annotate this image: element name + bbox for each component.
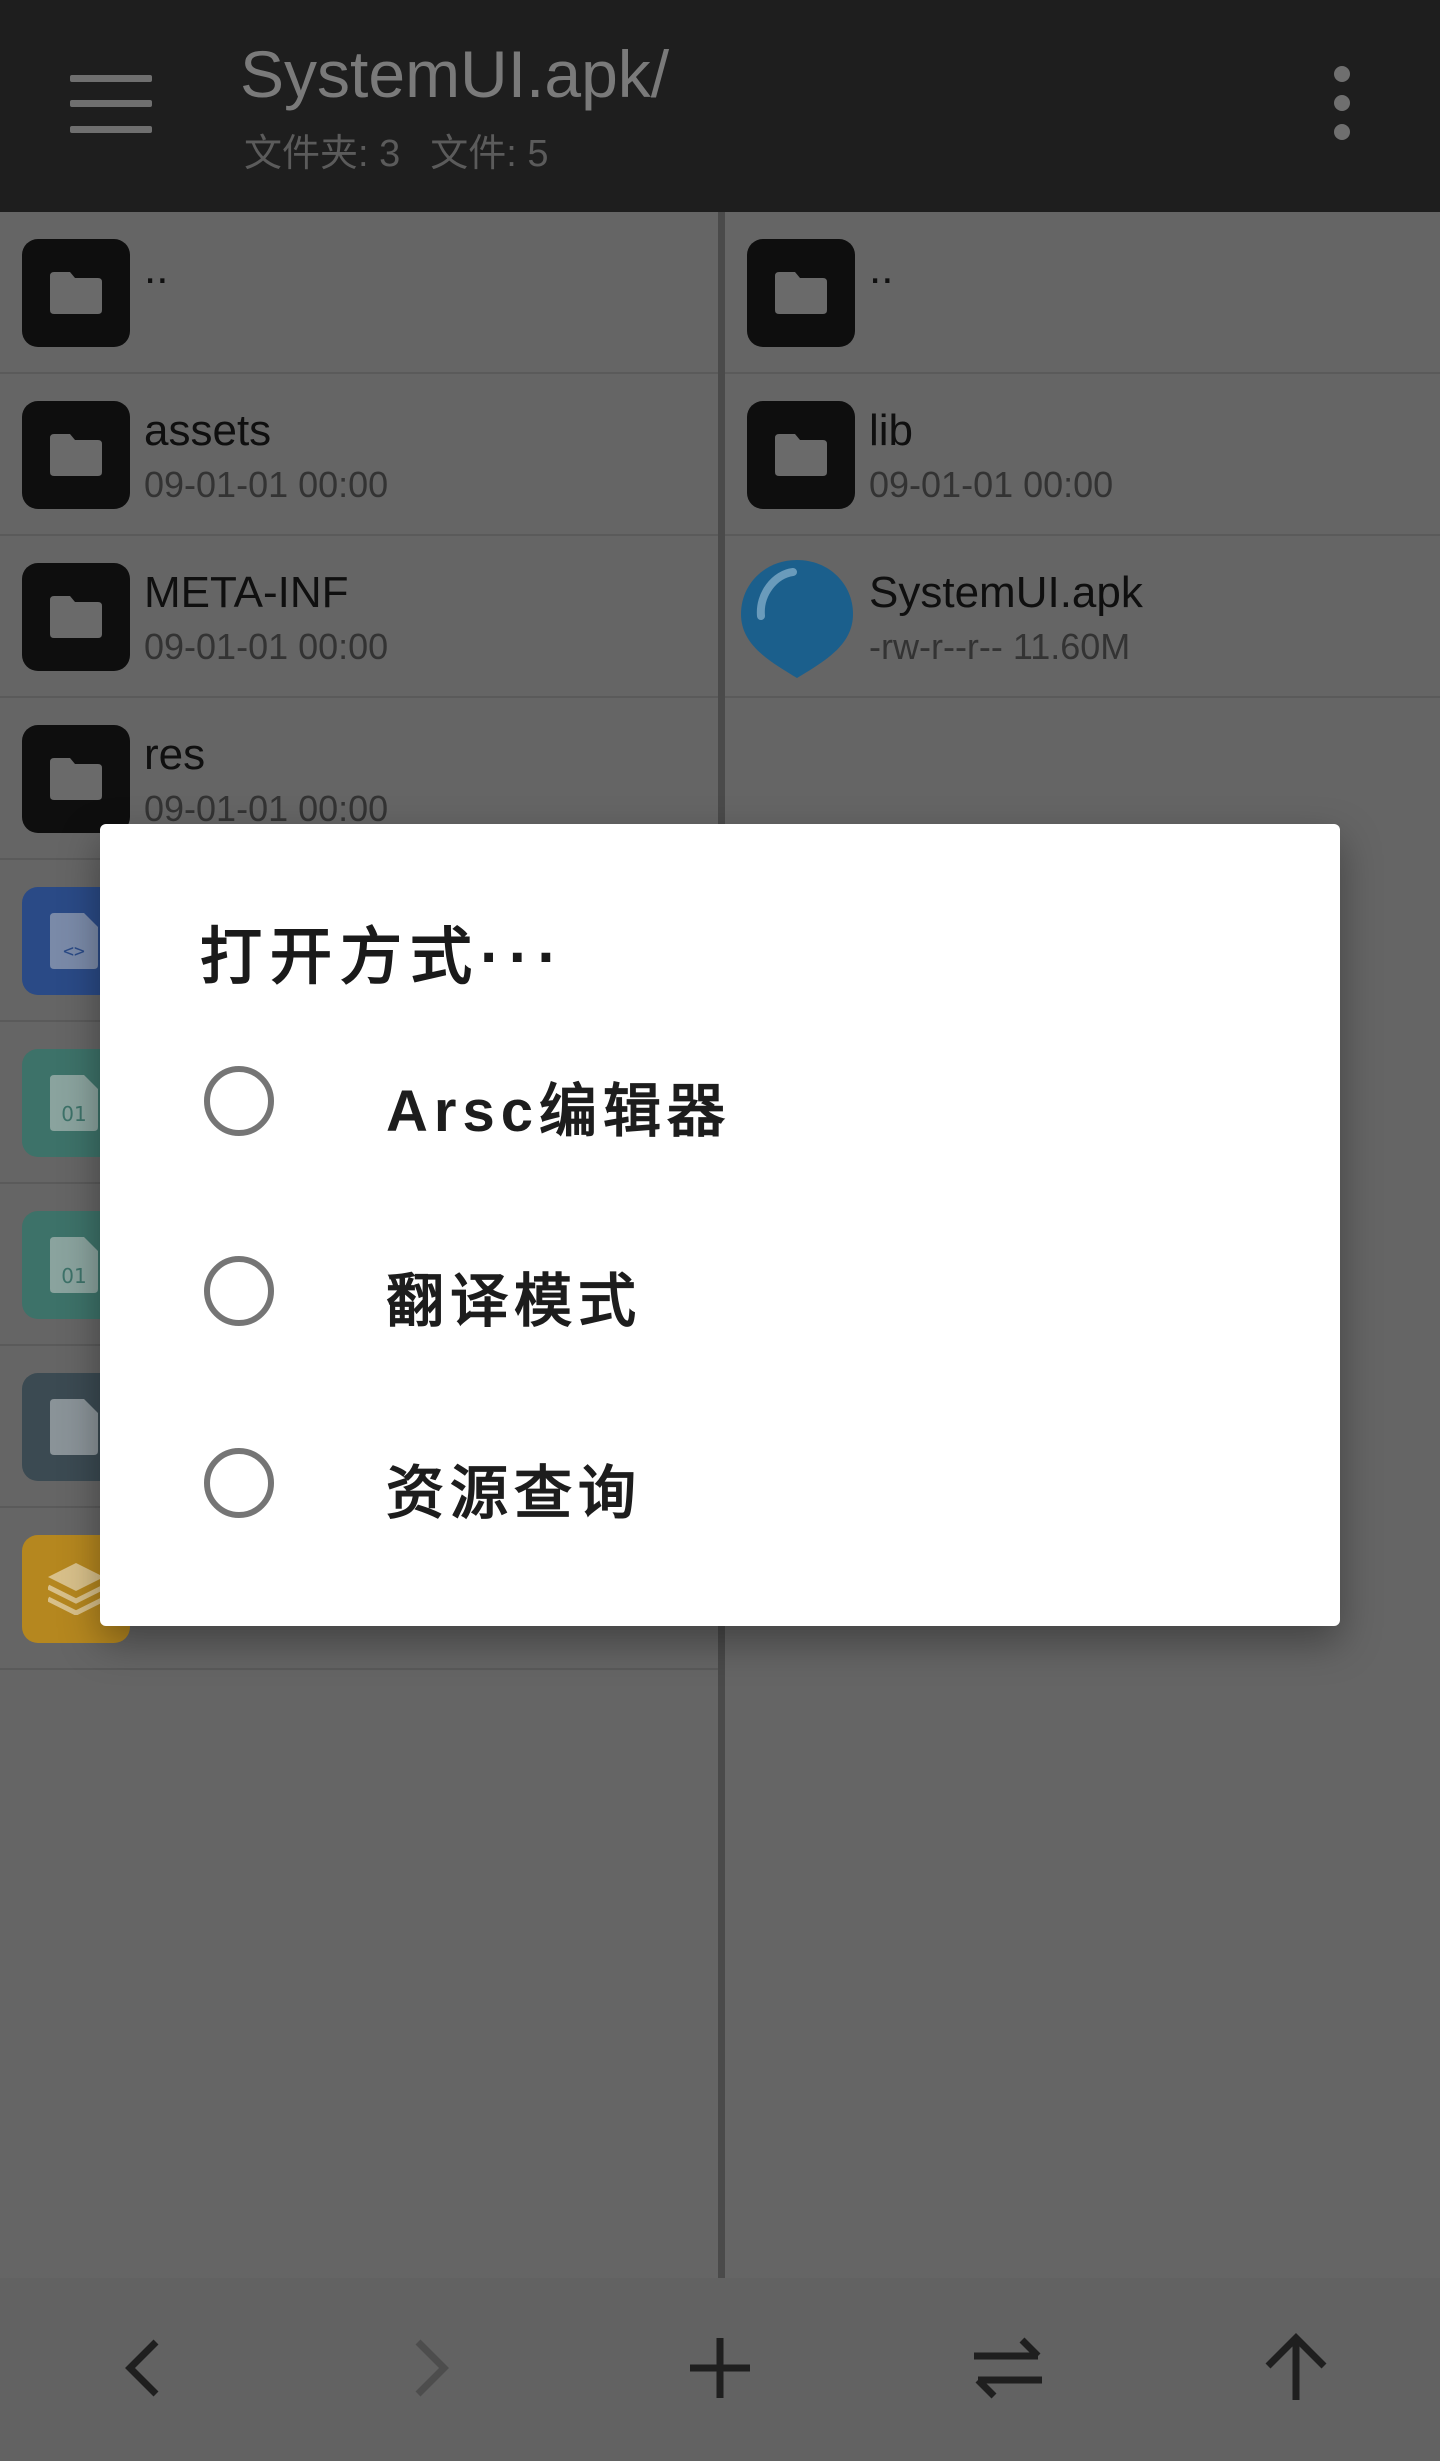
option-arsc-editor[interactable]: Arsc编辑器 xyxy=(100,1014,1340,1194)
svg-text:<>: <> xyxy=(63,941,85,962)
swap-icon[interactable] xyxy=(958,2318,1058,2418)
file-name: assets xyxy=(144,406,272,455)
svg-text:01: 01 xyxy=(61,1102,86,1126)
option-translate-mode[interactable]: 翻译模式 xyxy=(100,1204,1340,1384)
back-icon[interactable] xyxy=(94,2318,194,2418)
folders-count: 文件夹: 3 xyxy=(244,133,401,175)
list-item[interactable]: lib 09-01-01 00:00 xyxy=(725,374,1440,536)
folder-icon xyxy=(22,725,130,833)
file-name: META-INF xyxy=(144,568,349,617)
folder-icon xyxy=(747,239,855,347)
folder-icon xyxy=(747,401,855,509)
up-icon[interactable] xyxy=(1246,2318,1346,2418)
list-item[interactable]: .. xyxy=(0,212,718,374)
option-resource-lookup[interactable]: 资源查询 xyxy=(100,1396,1340,1576)
open-with-dialog: 打开方式··· Arsc编辑器 翻译模式 资源查询 xyxy=(100,824,1340,1626)
file-name: lib xyxy=(869,406,914,455)
file-date: 09-01-01 00:00 xyxy=(144,464,389,505)
radio-button[interactable] xyxy=(204,1256,274,1326)
svg-text:01: 01 xyxy=(61,1264,86,1288)
forward-icon[interactable] xyxy=(380,2318,480,2418)
add-icon[interactable] xyxy=(670,2318,770,2418)
menu-icon[interactable] xyxy=(70,75,152,133)
list-item[interactable]: SystemUI.apk -rw-r--r-- 11.60M xyxy=(725,536,1440,698)
radio-button[interactable] xyxy=(204,1066,274,1136)
file-date: 09-01-01 00:00 xyxy=(144,626,389,667)
radio-button[interactable] xyxy=(204,1448,274,1518)
folder-icon xyxy=(22,563,130,671)
bottom-toolbar xyxy=(0,2278,1440,2461)
more-options-icon[interactable] xyxy=(1322,66,1362,140)
apk-balloon-icon xyxy=(741,560,853,678)
list-item[interactable]: META-INF 09-01-01 00:00 xyxy=(0,536,718,698)
app-bar: SystemUI.apk/ 文件夹: 3 文件: 5 xyxy=(0,0,1440,212)
file-date: 09-01-01 00:00 xyxy=(869,464,1114,505)
file-name: .. xyxy=(869,244,894,293)
option-label: Arsc编辑器 xyxy=(386,1079,731,1144)
file-permissions-size: -rw-r--r-- 11.60M xyxy=(869,626,1131,667)
file-name: SystemUI.apk xyxy=(869,568,1143,617)
dialog-title: 打开方式··· xyxy=(200,923,566,992)
files-count: 文件: 5 xyxy=(430,133,549,175)
page-title: SystemUI.apk/ xyxy=(240,37,670,111)
option-label: 资源查询 xyxy=(386,1461,643,1526)
folder-icon xyxy=(22,239,130,347)
option-label: 翻译模式 xyxy=(386,1269,643,1334)
file-name: res xyxy=(144,730,206,779)
list-item[interactable]: assets 09-01-01 00:00 xyxy=(0,374,718,536)
file-name: .. xyxy=(144,244,169,293)
list-item[interactable]: .. xyxy=(725,212,1440,374)
folder-icon xyxy=(22,401,130,509)
folder-file-counts: 文件夹: 3 文件: 5 xyxy=(244,122,549,177)
